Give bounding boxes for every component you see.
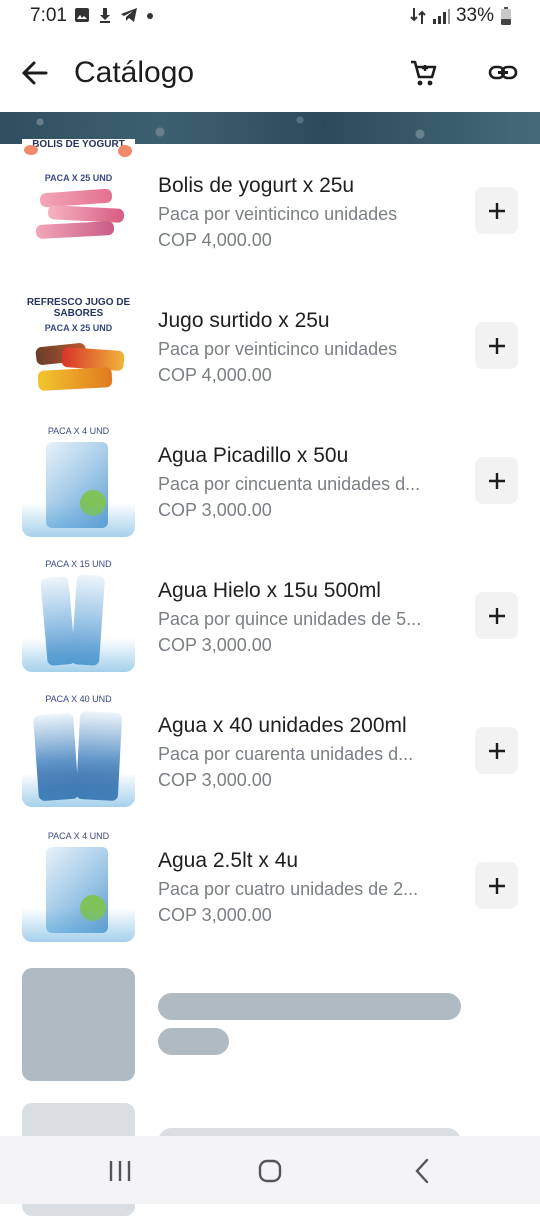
share-link-button[interactable] (486, 56, 520, 90)
thumb-caption: PACA X 4 UND (47, 831, 110, 841)
thumb-caption: PACA X 4 UND (47, 426, 110, 436)
plus-icon (488, 472, 505, 489)
telegram-icon (121, 8, 137, 22)
thumb-caption: PACA X 25 UND (44, 323, 113, 333)
product-name: Agua 2.5lt x 4u (158, 849, 299, 872)
water-splash (22, 503, 135, 537)
page-title: Catálogo (74, 56, 195, 89)
product-item[interactable]: PACA X 4 UND Agua 2.5lt x 4u Paca por cu… (0, 819, 540, 954)
product-name: Agua Hielo x 15u 500ml (158, 579, 381, 602)
link-icon (488, 65, 518, 80)
system-icons: 33% (410, 5, 512, 27)
product-description: Paca por cuarenta unidades d... (158, 744, 414, 764)
plus-icon (488, 337, 505, 354)
cart-button[interactable] (406, 56, 440, 90)
product-description: Paca por veinticinco unidades (158, 339, 398, 359)
gallery-icon (75, 8, 89, 22)
product-price: COP 3,000.00 (158, 500, 272, 520)
water-splash (22, 908, 135, 942)
water-splash (22, 638, 135, 672)
product-image: PACA X 40 UND (22, 694, 135, 807)
app-bar: Catálogo (0, 34, 540, 112)
add-to-cart-button[interactable] (475, 187, 518, 234)
product-name: Jugo surtido x 25u (158, 309, 330, 332)
product-item[interactable]: PACA X 15 UND Agua Hielo x 15u 500ml Pac… (0, 549, 540, 684)
download-icon (100, 8, 110, 23)
product-item[interactable]: BOLIS DE YOGURT PACA X 25 UND Bolis de y… (0, 139, 540, 279)
product-name: Agua x 40 unidades 200ml (158, 714, 407, 737)
home-icon (258, 1159, 282, 1183)
loading-placeholder-image (22, 968, 135, 1081)
thumb-heading: REFRESCO JUGO DE SABORES (26, 297, 131, 319)
add-to-cart-button[interactable] (475, 862, 518, 909)
status-bar: 7:01 33% (0, 0, 540, 34)
product-price: COP 3,000.00 (158, 905, 272, 925)
recent-apps-button[interactable] (108, 1160, 132, 1182)
dot-icon (147, 13, 153, 19)
product-item[interactable]: PACA X 40 UND Agua x 40 unidades 200ml P… (0, 684, 540, 819)
add-to-cart-button[interactable] (475, 592, 518, 639)
product-price: COP 4,000.00 (158, 230, 272, 250)
thumb-caption: PACA X 15 UND (45, 559, 112, 569)
product-price: COP 3,000.00 (158, 635, 272, 655)
product-price: COP 4,000.00 (158, 365, 272, 385)
product-image: REFRESCO JUGO DE SABORES PACA X 25 UND (22, 289, 135, 402)
plus-icon (488, 742, 505, 759)
product-item[interactable]: PACA X 4 UND Agua Picadillo x 50u Paca p… (0, 414, 540, 549)
back-button[interactable] (18, 56, 52, 90)
product-image: PACA X 4 UND (22, 829, 135, 942)
cart-icon (411, 60, 437, 86)
product-name: Agua Picadillo x 50u (158, 444, 349, 467)
product-image: BOLIS DE YOGURT PACA X 25 UND (22, 139, 135, 252)
system-navigation-bar (0, 1136, 540, 1204)
battery-percentage: 33% (455, 5, 494, 26)
home-button[interactable] (258, 1159, 282, 1183)
thumb-caption: PACA X 25 UND (44, 173, 113, 183)
thumb-caption: PACA X 40 UND (45, 694, 112, 704)
plus-icon (488, 877, 505, 894)
product-description: Paca por cuatro unidades de 2... (158, 879, 419, 899)
add-to-cart-button[interactable] (475, 727, 518, 774)
battery-icon (501, 7, 511, 25)
arrow-left-icon (21, 61, 48, 85)
product-description: Paca por cincuenta unidades d... (158, 474, 421, 494)
product-image: PACA X 15 UND (22, 559, 135, 672)
product-image: PACA X 4 UND (22, 424, 135, 537)
product-price: COP 3,000.00 (158, 770, 272, 790)
plus-icon (488, 202, 505, 219)
loading-placeholder-line (158, 993, 461, 1020)
recent-apps-icon (109, 1161, 131, 1181)
notification-icons (74, 7, 154, 23)
chevron-left-icon (415, 1158, 429, 1184)
signal-icon (432, 9, 450, 24)
water-splash (22, 773, 135, 807)
status-time: 7:01 (30, 5, 67, 26)
loading-placeholder-line (158, 1028, 229, 1055)
product-description: Paca por quince unidades de 5... (158, 609, 422, 629)
product-description: Paca por veinticinco unidades (158, 204, 398, 224)
add-to-cart-button[interactable] (475, 457, 518, 504)
plus-icon (488, 607, 505, 624)
product-item[interactable]: REFRESCO JUGO DE SABORES PACA X 25 UND J… (0, 279, 540, 414)
nav-back-button[interactable] (412, 1158, 432, 1184)
product-name: Bolis de yogurt x 25u (158, 174, 355, 197)
data-transfer-icon (410, 8, 426, 24)
add-to-cart-button[interactable] (475, 322, 518, 369)
